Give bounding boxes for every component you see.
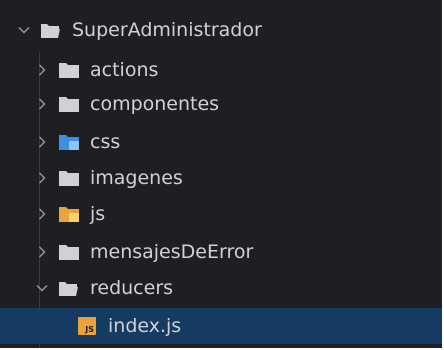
tree-item-label: index.js [108,315,182,337]
tree-item-componentes[interactable]: componentes [0,86,442,122]
tree-item-css[interactable]: css [0,124,442,160]
tree-item-label: js [90,203,106,225]
tree-item-label: imagenes [90,167,183,189]
tree-item-label: actions [90,59,159,81]
folder-icon [58,61,80,79]
chevron-right-icon[interactable] [34,134,50,150]
tree-item-label: reducers [90,277,174,299]
tree-item-mensajesdeerror[interactable]: mensajesDeError [0,234,442,270]
folder-open-icon [40,21,62,39]
js-folder-icon [58,205,80,223]
folder-icon [58,169,80,187]
tree-item-js[interactable]: js [0,196,442,232]
folder-icon [58,95,80,113]
chevron-right-icon[interactable] [34,206,50,222]
tree-item-imagenes[interactable]: imagenes [0,160,442,196]
js-file-icon: JS [76,317,98,335]
tree-item-label: componentes [90,93,220,115]
chevron-right-icon[interactable] [34,96,50,112]
tree-item-label: css [90,131,121,153]
chevron-right-icon[interactable] [34,244,50,260]
tree-item-index-js[interactable]: JS index.js [0,308,442,344]
tree-item-reducers[interactable]: reducers [0,270,442,306]
tree-item-actions[interactable]: actions [0,52,442,88]
chevron-down-icon[interactable] [34,280,50,296]
folder-icon [58,243,80,261]
chevron-right-icon[interactable] [34,170,50,186]
chevron-down-icon[interactable] [16,22,32,38]
folder-open-icon [58,279,80,297]
tree-item-superadministrador[interactable]: SuperAdministrador [0,12,442,48]
tree-item-label: mensajesDeError [90,241,254,263]
tree-item-label: SuperAdministrador [72,19,262,41]
css-folder-icon [58,133,80,151]
project-tree-panel: SuperAdministrador actions componentes c… [0,0,444,350]
chevron-right-icon[interactable] [34,62,50,78]
js-badge: JS [78,317,96,335]
